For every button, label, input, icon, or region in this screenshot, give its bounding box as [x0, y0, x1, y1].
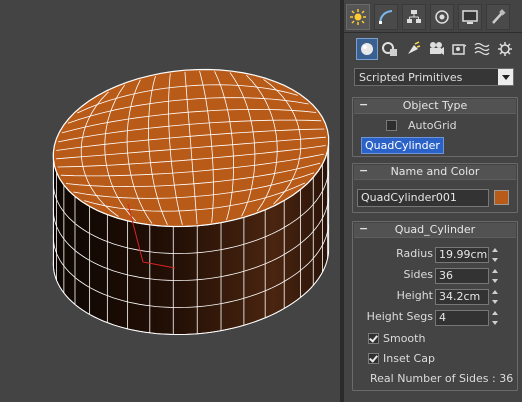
autogrid-label: AutoGrid: [408, 119, 457, 132]
tab-hierarchy[interactable]: [402, 4, 426, 30]
hierarchy-icon: [407, 10, 421, 23]
name-color-title: Name and Color: [390, 165, 480, 178]
display-icon: [462, 10, 478, 24]
name-color-header[interactable]: − Name and Color: [354, 164, 516, 180]
height-label: Height: [396, 289, 433, 302]
smooth-checkbox[interactable]: [368, 333, 379, 344]
subtab-cameras[interactable]: [425, 38, 447, 60]
inset-cap-label: Inset Cap: [383, 352, 435, 365]
category-dropdown[interactable]: Scripted Primitives: [354, 68, 514, 86]
create-categories: [352, 38, 518, 62]
subtab-shapes[interactable]: [379, 38, 401, 60]
tab-modify[interactable]: [374, 4, 398, 30]
tab-create[interactable]: [346, 4, 370, 30]
object-type-header[interactable]: − Object Type: [354, 98, 516, 114]
tab-display[interactable]: [458, 4, 482, 30]
shapes-icon: [382, 42, 397, 56]
perspective-viewport[interactable]: [0, 0, 340, 402]
object-color-swatch[interactable]: [494, 190, 509, 205]
subtab-geometry[interactable]: [356, 38, 378, 60]
helpers-icon: [452, 44, 467, 55]
quadcylinder-button[interactable]: QuadCylinder: [361, 137, 444, 154]
create-icon: [350, 9, 366, 25]
spacewarps-icon: [474, 42, 490, 56]
motion-icon: [435, 10, 449, 24]
modify-icon: [379, 10, 393, 24]
parameters-header[interactable]: − Quad_Cylinder: [354, 222, 516, 238]
height-spinner[interactable]: [491, 289, 500, 305]
sides-field[interactable]: 36: [435, 268, 489, 284]
height-segs-spinner[interactable]: [491, 310, 500, 326]
lights-icon: [408, 41, 421, 54]
radius-label: Radius: [396, 247, 433, 260]
cameras-icon: [430, 42, 444, 55]
object-name-field[interactable]: QuadCylinder001: [357, 189, 489, 207]
cylinder-object[interactable]: [0, 0, 340, 402]
category-value: Scripted Primitives: [359, 71, 463, 84]
autogrid-checkbox[interactable]: [386, 120, 397, 131]
real-sides-readout: Real Number of Sides : 36: [370, 372, 514, 385]
subtab-lights[interactable]: [402, 38, 424, 60]
radius-spinner[interactable]: [491, 247, 500, 263]
systems-icon: [498, 42, 512, 56]
height-field[interactable]: 34.2cm: [435, 289, 489, 305]
inset-cap-checkbox[interactable]: [368, 353, 379, 364]
tab-motion[interactable]: [430, 4, 454, 30]
subtab-spacewarps[interactable]: [471, 38, 493, 60]
height-segs-field[interactable]: 4: [435, 310, 489, 326]
sides-spinner[interactable]: [491, 268, 500, 284]
subtab-helpers[interactable]: [448, 38, 470, 60]
object-type-title: Object Type: [402, 99, 468, 112]
tab-utilities[interactable]: [486, 4, 510, 30]
utilities-icon: [492, 9, 506, 24]
sides-label: Sides: [403, 268, 433, 281]
quad-cylinder-rollout: − Quad_Cylinder Radius 19.99cm Sides 36 …: [352, 221, 518, 391]
height-segs-label: Height Segs: [366, 310, 433, 323]
subtab-systems[interactable]: [494, 38, 516, 60]
name-color-rollout: − Name and Color QuadCylinder001: [352, 163, 518, 213]
radius-field[interactable]: 19.99cm: [435, 247, 489, 263]
geometry-icon: [361, 43, 373, 55]
smooth-label: Smooth: [383, 332, 426, 345]
command-panel-tabs: [344, 0, 522, 34]
parameters-title: Quad_Cylinder: [394, 223, 476, 236]
command-panel: Scripted Primitives − Object Type AutoGr…: [344, 0, 522, 402]
chevron-down-icon[interactable]: [498, 69, 513, 85]
object-type-rollout: − Object Type AutoGrid QuadCylinder: [352, 97, 518, 157]
